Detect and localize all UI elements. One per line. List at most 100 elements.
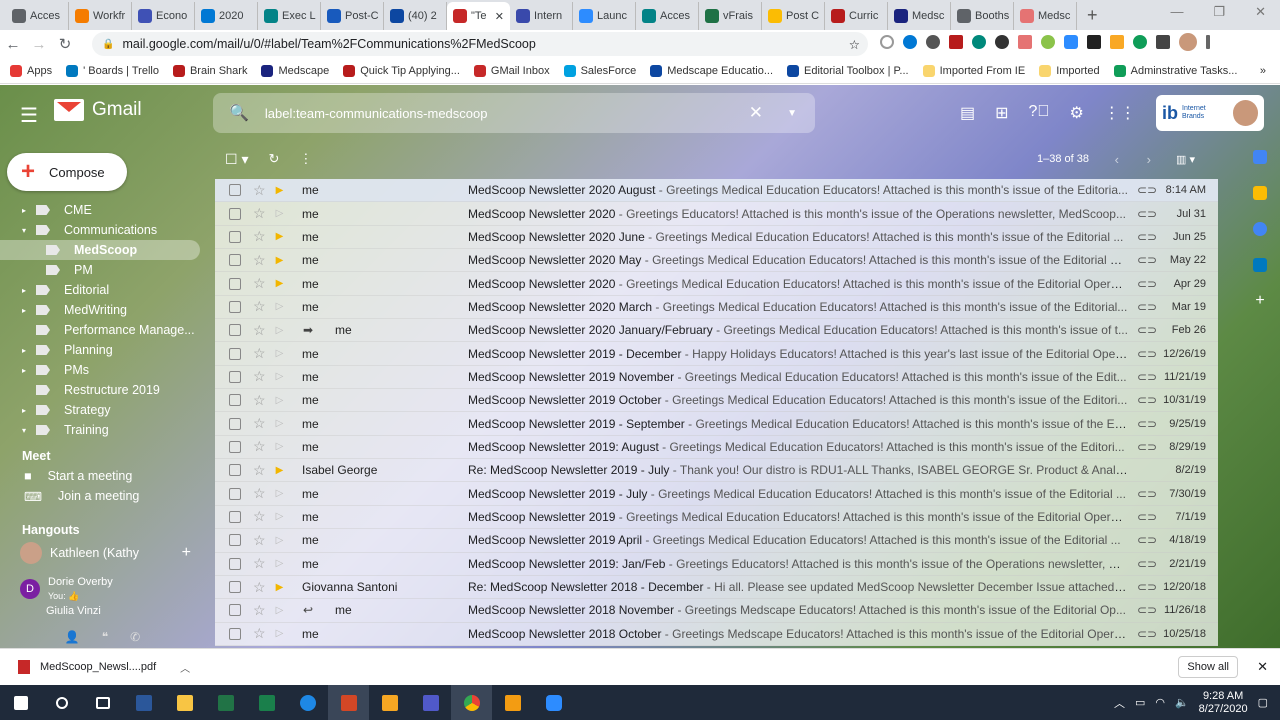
- importance-marker-icon[interactable]: ▷: [276, 208, 288, 219]
- attachment-icon[interactable]: ⊂⊃: [1137, 323, 1157, 337]
- attachment-icon[interactable]: ⊂⊃: [1137, 557, 1157, 571]
- new-tab-button[interactable]: +: [1077, 5, 1108, 26]
- settings-gear-icon[interactable]: ⚙: [1069, 103, 1083, 123]
- bookmark-star-icon[interactable]: ☆: [849, 37, 860, 52]
- email-row[interactable]: ☆ ▶ me MedScoop Newsletter 2020 - Greetings…: [215, 272, 1218, 296]
- extension-icon[interactable]: [1110, 35, 1124, 49]
- keep-icon[interactable]: [1253, 186, 1267, 200]
- tasks-icon[interactable]: ▤: [960, 103, 975, 123]
- powerpoint-icon[interactable]: [328, 685, 369, 720]
- email-row[interactable]: ☆ ▷ me MedScoop Newsletter 2019 - December …: [215, 342, 1218, 366]
- attachment-icon[interactable]: ⊂⊃: [1137, 300, 1157, 314]
- excel-icon[interactable]: [205, 685, 246, 720]
- back-icon[interactable]: ←: [0, 36, 26, 53]
- sidebar-label-performance-manage-[interactable]: Performance Manage...: [0, 320, 205, 340]
- browser-tab[interactable]: "Te ✕: [447, 2, 510, 30]
- hangouts-contact[interactable]: Giulia Vinzi: [0, 604, 205, 618]
- hangouts-contact[interactable]: D Dorie Overby You: 👍: [0, 574, 205, 604]
- importance-marker-icon[interactable]: ▶: [276, 185, 288, 196]
- add-contact-icon[interactable]: +: [182, 544, 191, 562]
- star-icon[interactable]: ☆: [253, 485, 266, 502]
- row-checkbox[interactable]: [229, 464, 241, 477]
- importance-marker-icon[interactable]: ▷: [276, 348, 288, 359]
- importance-marker-icon[interactable]: ▷: [276, 628, 288, 639]
- help-icon[interactable]: ?⃝: [1029, 103, 1050, 123]
- email-row[interactable]: ☆ ▷ me MedScoop Newsletter 2019 November - …: [215, 366, 1218, 390]
- sidebar-label-pm[interactable]: PM: [0, 260, 205, 280]
- expand-caret-icon[interactable]: ▸: [22, 206, 26, 215]
- refresh-icon[interactable]: ↻: [268, 151, 279, 167]
- email-row[interactable]: ☆ ▶ me MedScoop Newsletter 2020 August - Gr…: [215, 179, 1218, 203]
- bookmark[interactable]: Medscape Educatio...: [650, 64, 773, 77]
- browser-tab[interactable]: (40) 2: [384, 2, 447, 30]
- browser-tab[interactable]: Medsc: [1014, 2, 1077, 30]
- browser-tab[interactable]: Medsc: [888, 2, 951, 30]
- expand-caret-icon[interactable]: ▸: [22, 306, 26, 315]
- browser-tab[interactable]: Acces: [636, 2, 699, 30]
- extension-icon[interactable]: [1087, 35, 1101, 49]
- row-checkbox[interactable]: [229, 581, 241, 594]
- importance-marker-icon[interactable]: ▷: [276, 535, 288, 546]
- importance-marker-icon[interactable]: ▷: [276, 558, 288, 569]
- row-checkbox[interactable]: [229, 604, 241, 617]
- email-row[interactable]: ☆ ▷ me MedScoop Newsletter 2019: Jan/Feb - …: [215, 553, 1218, 576]
- bookmark[interactable]: Imported From IE: [922, 64, 1025, 77]
- compose-button[interactable]: + Compose: [7, 153, 127, 191]
- calendar-icon[interactable]: [1253, 150, 1267, 164]
- importance-marker-icon[interactable]: ▶: [276, 255, 288, 266]
- show-all-button[interactable]: Show all: [1178, 656, 1238, 678]
- extension-icon[interactable]: [995, 35, 1009, 49]
- attachment-icon[interactable]: ⊂⊃: [1137, 440, 1157, 454]
- sidebar-label-pms[interactable]: ▸ PMs: [0, 360, 205, 380]
- forward-icon[interactable]: →: [26, 36, 52, 53]
- email-row[interactable]: ☆ ▶ me MedScoop Newsletter 2020 June - Gree…: [215, 226, 1218, 250]
- tray-chevron-icon[interactable]: ︿: [1114, 695, 1125, 711]
- extension-icon[interactable]: [1041, 35, 1055, 49]
- importance-marker-icon[interactable]: ▶: [276, 465, 288, 476]
- app-r-icon[interactable]: [369, 685, 410, 720]
- file-explorer-icon[interactable]: [164, 685, 205, 720]
- start-meeting[interactable]: ■ Start a meeting: [0, 466, 205, 486]
- extension-icon[interactable]: [1018, 35, 1032, 49]
- attachment-icon[interactable]: ⊂⊃: [1137, 627, 1157, 641]
- star-icon[interactable]: ☆: [253, 298, 266, 315]
- browser-tab[interactable]: Acces: [6, 2, 69, 30]
- email-row[interactable]: ☆ ▶ me MedScoop Newsletter 2020 May - Greet…: [215, 249, 1218, 273]
- star-icon[interactable]: ☆: [253, 508, 266, 525]
- importance-marker-icon[interactable]: ▷: [276, 301, 288, 312]
- row-checkbox[interactable]: [229, 440, 241, 453]
- sidebar-label-medwriting[interactable]: ▸ MedWriting: [0, 300, 205, 320]
- star-icon[interactable]: ☆: [253, 555, 266, 572]
- row-checkbox[interactable]: [229, 417, 241, 430]
- word-icon[interactable]: [123, 685, 164, 720]
- bookmark[interactable]: ' Boards | Trello: [66, 64, 159, 77]
- star-icon[interactable]: ☆: [253, 625, 266, 642]
- importance-marker-icon[interactable]: ▶: [276, 582, 288, 593]
- puzzle-icon[interactable]: [1156, 35, 1170, 49]
- browser-tab[interactable]: Post-C: [321, 2, 384, 30]
- email-row[interactable]: ☆ ▷ ➡ me MedScoop Newsletter 2020 January/Fe…: [215, 319, 1218, 343]
- bookmark[interactable]: SalesForce: [563, 64, 636, 77]
- importance-marker-icon[interactable]: ▷: [276, 511, 288, 522]
- sidebar-label-communications[interactable]: ▾ Communications: [0, 220, 205, 240]
- star-icon[interactable]: ☆: [253, 275, 266, 292]
- importance-marker-icon[interactable]: ▷: [276, 418, 288, 429]
- row-checkbox[interactable]: [229, 627, 241, 640]
- search-input[interactable]: label:team-communications-medscoop: [265, 106, 488, 121]
- attachment-icon[interactable]: ⊂⊃: [1137, 183, 1157, 197]
- search-icon[interactable]: 🔍: [229, 103, 249, 123]
- browser-tab[interactable]: Post C: [762, 2, 825, 30]
- bookmark[interactable]: Editorial Toolbox | P...: [787, 64, 909, 77]
- expand-caret-icon[interactable]: ▾: [22, 226, 26, 235]
- profile-avatar[interactable]: [1179, 33, 1197, 51]
- attachment-icon[interactable]: ⊂⊃: [1137, 580, 1157, 594]
- browser-tab[interactable]: 2020: [195, 2, 258, 30]
- sidebar-label-editorial[interactable]: ▸ Editorial: [0, 280, 205, 300]
- browser-tab[interactable]: Workfr: [69, 2, 132, 30]
- sidebar-label-strategy[interactable]: ▸ Strategy: [0, 400, 205, 420]
- email-row[interactable]: ☆ ▷ me MedScoop Newsletter 2019 - July - Gr…: [215, 482, 1218, 506]
- trello-icon[interactable]: [1253, 258, 1267, 272]
- row-checkbox[interactable]: [229, 277, 241, 290]
- importance-marker-icon[interactable]: ▷: [276, 441, 288, 452]
- expand-caret-icon[interactable]: ▸: [22, 406, 26, 415]
